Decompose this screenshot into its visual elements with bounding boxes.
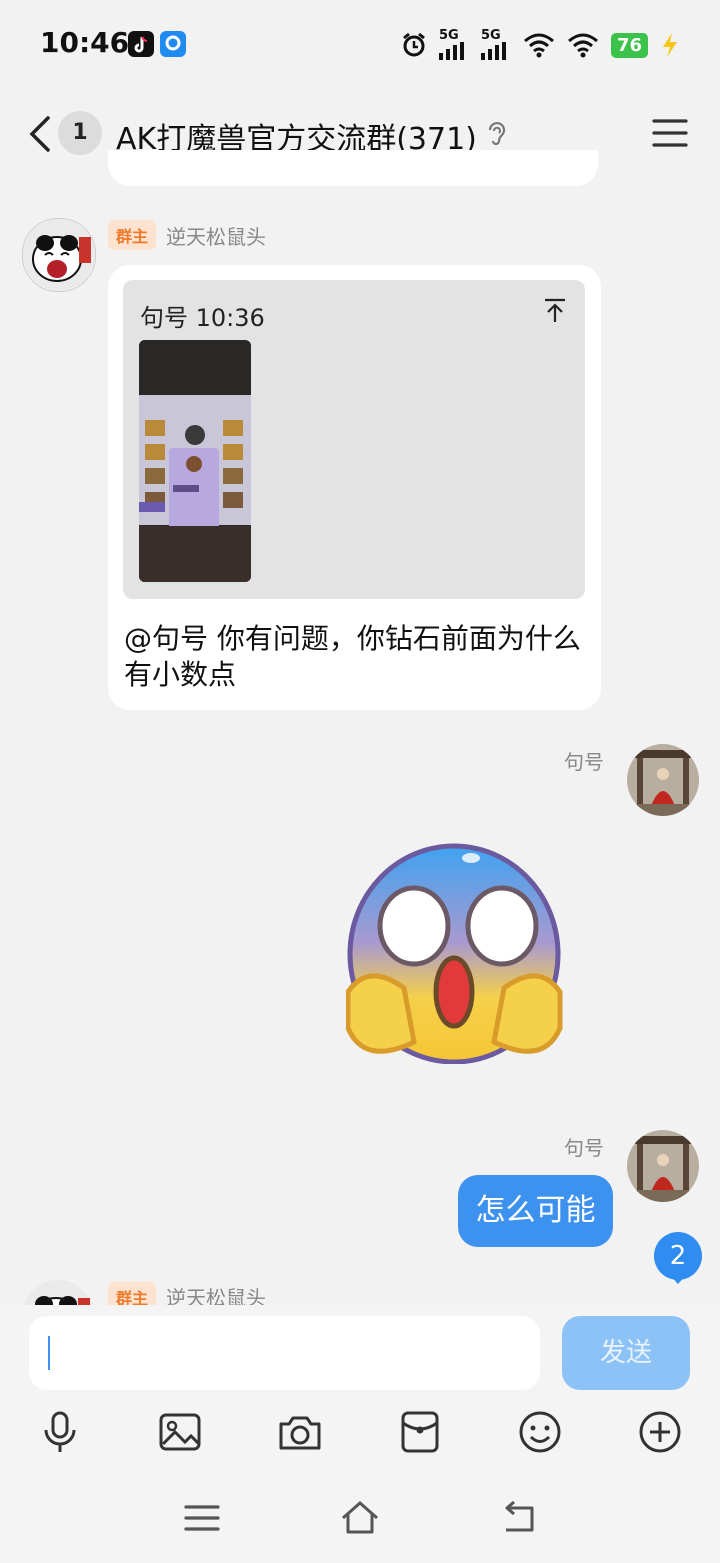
nav-back-icon[interactable]: [500, 1498, 540, 1538]
sender-row: 群主 逆天松鼠头: [108, 1282, 266, 1305]
message-input[interactable]: [29, 1316, 540, 1390]
emoji-icon[interactable]: [518, 1410, 562, 1454]
previous-message-bubble: [108, 150, 598, 186]
nav-home-icon[interactable]: [340, 1498, 380, 1538]
message-bubble[interactable]: 怎么可能: [458, 1175, 613, 1247]
shocked-face-emoji-sticker[interactable]: [345, 842, 564, 1065]
avatar[interactable]: [22, 1280, 94, 1305]
image-icon[interactable]: [158, 1410, 202, 1454]
text-caret: [48, 1336, 50, 1370]
mic-icon[interactable]: [38, 1410, 82, 1454]
role-badge: 群主: [108, 220, 157, 250]
sender-name[interactable]: 句号: [564, 1132, 604, 1161]
charging-icon: [663, 33, 677, 57]
tiktok-app-icon: [128, 31, 154, 57]
message-text: @句号 你有问题，你钻石前面为什么有小数点: [124, 622, 581, 691]
camera-icon[interactable]: [278, 1410, 322, 1454]
sender-name[interactable]: 逆天松鼠头: [166, 221, 266, 250]
signal-5g-icon-2: 5G: [480, 29, 511, 60]
sender-row: 群主 逆天松鼠头: [108, 220, 266, 250]
sender-name[interactable]: 句号: [564, 746, 604, 775]
avatar[interactable]: [22, 218, 96, 292]
chat-menu-button[interactable]: [650, 116, 690, 150]
menu-icon: [652, 119, 688, 147]
ear-icon: [484, 120, 508, 146]
status-icons: 5G 5G 76: [401, 29, 680, 60]
quoted-message[interactable]: 句号 10:36: [123, 280, 585, 599]
new-messages-badge[interactable]: 2: [654, 1232, 702, 1280]
nav-menu-icon[interactable]: [182, 1498, 222, 1538]
wifi-icon: [523, 33, 554, 58]
wifi-icon-2: [567, 33, 598, 58]
plus-icon[interactable]: [638, 1410, 682, 1454]
scroll-to-top-icon[interactable]: [543, 298, 567, 324]
message-bubble[interactable]: 句号 10:36 @句号 你有问题，你钻石前面为什么有小数点: [108, 265, 601, 710]
quote-author-time: 句号 10:36: [140, 304, 265, 332]
sender-name[interactable]: 逆天松鼠头: [166, 1282, 266, 1305]
battery-indicator: 76: [610, 32, 648, 58]
unread-count-badge[interactable]: 1: [58, 111, 102, 155]
browser-app-icon: [160, 31, 186, 57]
avatar[interactable]: [627, 744, 699, 816]
status-bar: 10:46 5G 5G 76: [0, 0, 720, 90]
status-time: 10:46: [40, 26, 130, 59]
avatar[interactable]: [627, 1130, 699, 1202]
role-badge: 群主: [108, 1282, 157, 1305]
badge-pointer: [669, 1274, 687, 1284]
quoted-screenshot-image[interactable]: [139, 340, 251, 582]
signal-5g-icon: 5G: [438, 29, 469, 60]
alarm-icon: [403, 32, 425, 57]
red-packet-icon[interactable]: [398, 1410, 442, 1454]
send-button[interactable]: 发送: [562, 1316, 690, 1390]
